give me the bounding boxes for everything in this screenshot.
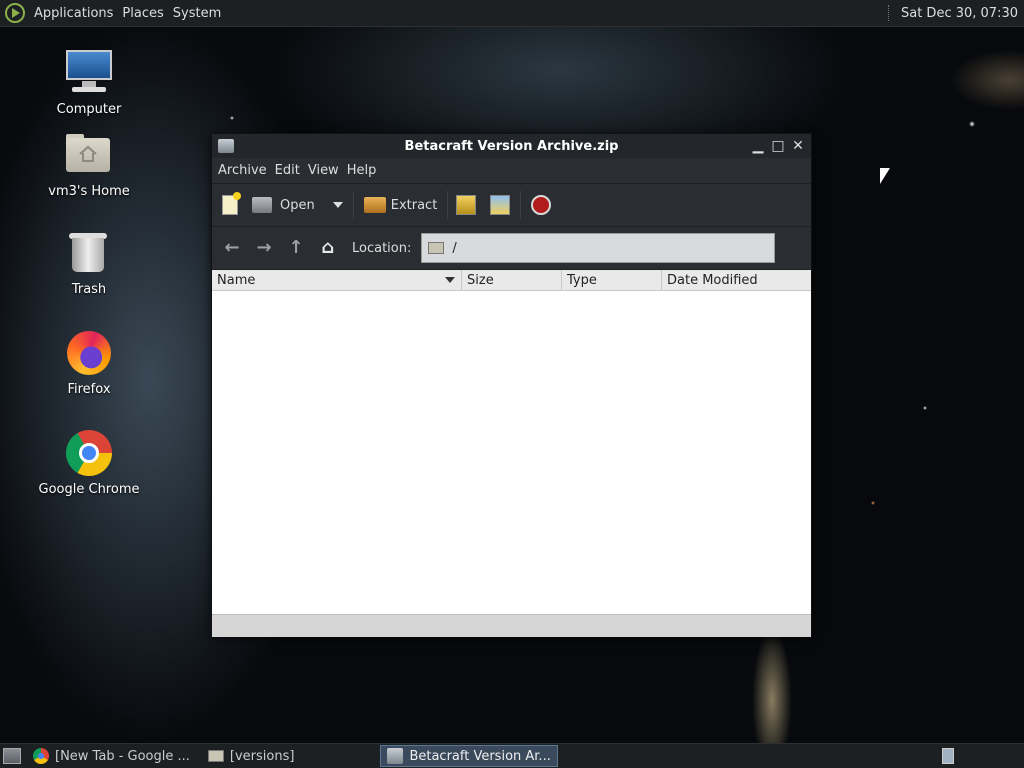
location-input[interactable]: /	[421, 233, 776, 263]
new-archive-icon	[222, 192, 241, 215]
back-icon[interactable]: ←	[220, 236, 244, 260]
archive-manager-window: Betacraft Version Archive.zip ▁ □ ✕ Arch…	[211, 133, 812, 637]
column-header-date-label: Date Modified	[667, 272, 758, 288]
desktop-icon-home[interactable]: vm3's Home	[34, 130, 144, 199]
desktop-icon-computer[interactable]: Computer	[34, 48, 144, 117]
desktop-icon-label: Trash	[71, 282, 107, 297]
desktop-icon-label: Google Chrome	[38, 482, 140, 497]
column-header-name-label: Name	[217, 272, 256, 288]
new-archive-button[interactable]	[222, 192, 241, 215]
desktop-icon-label: vm3's Home	[48, 184, 130, 199]
menu-applications[interactable]: Applications	[34, 6, 113, 21]
extract-button[interactable]: Extract	[363, 197, 438, 213]
chrome-icon	[33, 748, 49, 764]
column-header-type[interactable]: Type	[562, 270, 662, 290]
menu-archive[interactable]: Archive	[218, 163, 267, 178]
location-label: Location:	[352, 240, 412, 256]
window-titlebar[interactable]: Betacraft Version Archive.zip ▁ □ ✕	[212, 134, 811, 158]
toolbar-divider	[352, 191, 354, 219]
clock-text: Sat Dec 30, 07:30	[900, 5, 1018, 21]
top-panel: Applications Places System Sat Dec 30, 0…	[0, 0, 1024, 27]
taskbar-item-label: [New Tab - Google ...	[55, 748, 190, 764]
open-button[interactable]: Open	[252, 197, 315, 213]
open-icon	[252, 197, 272, 213]
add-files-icon	[456, 195, 477, 215]
taskbar-item-chrome[interactable]: [New Tab - Google ...	[27, 745, 196, 767]
maximize-icon[interactable]: □	[771, 139, 785, 153]
taskbar-item-versions[interactable]: [versions]	[202, 745, 301, 767]
extract-label: Extract	[390, 197, 438, 213]
desktop-icon-trash[interactable]: Trash	[34, 228, 144, 297]
home-icon[interactable]: ⌂	[316, 236, 340, 260]
sort-descending-icon	[445, 277, 455, 283]
window-menubar: Archive Edit View Help	[212, 158, 811, 183]
show-desktop-icon[interactable]	[3, 748, 21, 764]
open-dropdown-button[interactable]	[332, 202, 343, 208]
archive-icon	[387, 748, 404, 764]
menu-places[interactable]: Places	[122, 6, 163, 21]
panel-separator	[887, 5, 891, 21]
close-icon[interactable]: ✕	[791, 139, 805, 153]
taskbar-item-archive[interactable]: Betacraft Version Ar...	[380, 745, 558, 767]
menu-system[interactable]: System	[173, 6, 221, 21]
chrome-icon	[64, 428, 114, 478]
desktop-icon-label: Computer	[56, 102, 122, 117]
file-list[interactable]: Name Size Type Date Modified	[212, 270, 811, 614]
column-header-size-label: Size	[467, 272, 494, 288]
location-bar: ← → ↑ ⌂ Location: /	[212, 227, 811, 270]
home-folder-icon	[64, 130, 114, 180]
bottom-panel: [New Tab - Google ... [versions] Betacra…	[0, 743, 1024, 768]
column-header-date-modified[interactable]: Date Modified	[662, 270, 811, 290]
desktop-icon-label: Firefox	[67, 382, 111, 397]
add-folder-icon	[490, 195, 511, 215]
desktop-icon-firefox[interactable]: Firefox	[34, 328, 144, 397]
mouse-cursor-icon	[880, 168, 890, 184]
distro-logo-icon[interactable]	[5, 3, 25, 23]
desktop-icon-chrome[interactable]: Google Chrome	[34, 428, 144, 497]
workspace-switcher[interactable]	[942, 748, 954, 764]
taskbar-item-label: Betacraft Version Ar...	[409, 748, 551, 764]
menu-view[interactable]: View	[308, 163, 339, 178]
chevron-down-icon	[332, 202, 343, 208]
firefox-icon	[64, 328, 114, 378]
add-files-button[interactable]	[456, 195, 477, 215]
stop-button[interactable]	[531, 195, 552, 215]
trash-icon	[64, 228, 114, 278]
computer-icon	[64, 48, 114, 98]
window-title: Betacraft Version Archive.zip	[404, 138, 619, 154]
column-header-type-label: Type	[567, 272, 597, 288]
folder-icon	[207, 750, 224, 762]
toolbar: Open Extract	[212, 183, 811, 227]
toolbar-divider	[520, 191, 522, 219]
location-value: /	[452, 240, 457, 256]
column-header-name[interactable]: Name	[212, 270, 462, 290]
menu-help[interactable]: Help	[347, 163, 377, 178]
forward-icon[interactable]: →	[252, 236, 276, 260]
toolbar-divider	[447, 191, 449, 219]
add-folder-button[interactable]	[490, 195, 511, 215]
column-header-size[interactable]: Size	[462, 270, 562, 290]
open-label: Open	[280, 197, 315, 213]
extract-icon	[363, 197, 386, 213]
up-icon[interactable]: ↑	[284, 236, 308, 260]
clock[interactable]: Sat Dec 30, 07:30	[887, 5, 1018, 21]
status-bar	[212, 614, 811, 637]
column-headers: Name Size Type Date Modified	[212, 270, 811, 291]
stop-icon	[531, 195, 552, 215]
folder-icon	[428, 242, 445, 254]
taskbar-item-label: [versions]	[229, 748, 295, 764]
minimize-icon[interactable]: ▁	[751, 139, 765, 153]
menu-edit[interactable]: Edit	[275, 163, 300, 178]
